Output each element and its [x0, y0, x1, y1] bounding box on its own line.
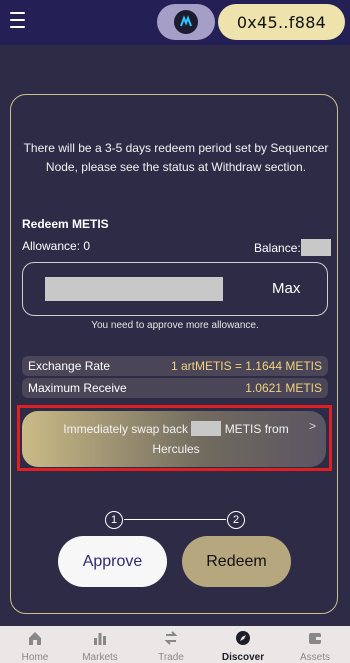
bottom-navigation: Home Markets Trade Discover Assets — [0, 626, 350, 663]
balance-field: Balance: — [254, 239, 331, 256]
swap-arrows-icon — [164, 631, 178, 645]
amount-input[interactable] — [45, 277, 223, 301]
home-icon — [29, 632, 41, 645]
nav-markets[interactable]: Markets — [65, 626, 135, 663]
balance-value-redacted — [300, 239, 331, 256]
metis-network-icon — [174, 10, 198, 34]
nav-trade-label: Trade — [158, 652, 184, 663]
nav-discover[interactable]: Discover — [208, 626, 278, 663]
allowance-label: Allowance: 0 — [22, 239, 91, 253]
exchange-rate-value: 1 artMETIS = 1.1644 METIS — [170, 359, 322, 373]
max-button[interactable]: Max — [272, 280, 300, 297]
wallet-icon — [309, 633, 321, 644]
nav-discover-label: Discover — [221, 652, 265, 663]
hamburger-menu-icon[interactable] — [10, 12, 25, 28]
exchange-rate-row: Exchange Rate 1 artMETIS = 1.1644 METIS — [22, 356, 328, 376]
step-2-indicator: 2 — [227, 511, 245, 529]
maximum-receive-value: 1.0621 METIS — [245, 381, 322, 395]
approve-hint: You need to approve more allowance. — [91, 320, 259, 331]
wallet-address-button[interactable]: 0x45..f884 — [218, 4, 345, 40]
nav-assets-label: Assets — [299, 652, 330, 663]
amount-box: Max — [22, 262, 328, 316]
maximum-receive-label: Maximum Receive — [28, 381, 127, 395]
compass-icon — [236, 631, 250, 645]
nav-home[interactable]: Home — [0, 626, 70, 663]
approve-button[interactable]: Approve — [58, 536, 167, 587]
redeem-title: Redeem METIS — [22, 217, 109, 231]
highlight-annotation — [17, 405, 332, 471]
nav-assets[interactable]: Assets — [280, 626, 350, 663]
bar-chart-icon — [94, 633, 106, 645]
step-connector — [124, 519, 226, 520]
maximum-receive-row: Maximum Receive 1.0621 METIS — [22, 378, 328, 398]
top-bar: 0x45..f884 — [0, 0, 350, 45]
balance-label: Balance: — [254, 240, 301, 255]
nav-markets-label: Markets — [82, 652, 118, 663]
exchange-rate-label: Exchange Rate — [28, 359, 111, 373]
redeem-button[interactable]: Redeem — [182, 536, 291, 587]
nav-home-label: Home — [21, 652, 49, 663]
nav-trade[interactable]: Trade — [136, 626, 206, 663]
network-button[interactable] — [157, 4, 215, 40]
step-1-indicator: 1 — [105, 511, 123, 529]
redeem-period-notice: There will be a 3-5 days redeem period s… — [23, 141, 329, 174]
